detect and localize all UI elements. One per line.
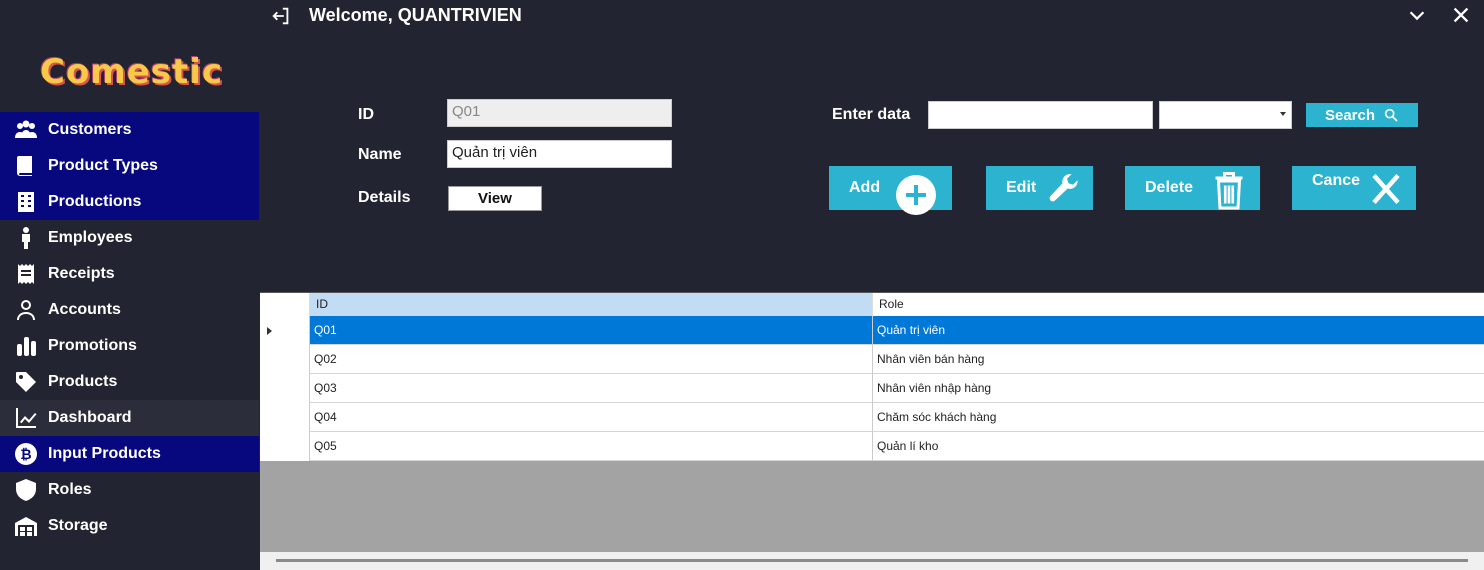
add-button-label: Add: [849, 179, 881, 196]
sidebar-item-label: Productions: [48, 193, 142, 210]
cell-id[interactable]: Q02: [310, 345, 873, 374]
search-filter-select[interactable]: [1159, 101, 1292, 129]
sidebar-item-employees[interactable]: Employees: [0, 220, 259, 256]
sidebar-item-roles[interactable]: Roles: [0, 472, 259, 508]
row-header[interactable]: [260, 403, 310, 432]
wrench-icon: [1049, 174, 1078, 202]
sidebar-nav: Customers Product Types Productions Empl…: [0, 112, 259, 544]
cell-id[interactable]: Q01: [310, 316, 873, 345]
search-button[interactable]: Search: [1306, 103, 1418, 127]
horizontal-scrollbar[interactable]: [260, 552, 1484, 570]
trash-icon: [1215, 172, 1243, 210]
sidebar-item-label: Dashboard: [48, 409, 132, 426]
sidebar-item-customers[interactable]: Customers: [0, 112, 259, 148]
sidebar-item-products[interactable]: Products: [0, 364, 259, 400]
cell-id[interactable]: Q03: [310, 374, 873, 403]
column-header-id[interactable]: ID: [310, 293, 873, 316]
cell-role[interactable]: Chăm sóc khách hàng: [873, 403, 1484, 432]
cell-role[interactable]: Quản lí kho: [873, 432, 1484, 461]
building-icon: [12, 188, 40, 216]
table-row[interactable]: Q02 Nhân viên bán hàng: [260, 345, 1484, 374]
table-row[interactable]: Q05 Quản lí kho: [260, 432, 1484, 461]
sidebar: Comestic Customers Product Types Product…: [0, 0, 259, 570]
roles-table: ID Role Q01 Quản trị viên Q02 Nhân viên …: [260, 292, 1484, 570]
sidebar-item-storage[interactable]: Storage: [0, 508, 259, 544]
search-button-label: Search: [1324, 106, 1376, 124]
enter-data-label: Enter data: [832, 106, 911, 123]
user-outline-icon: [12, 296, 40, 324]
dropdown-arrow-icon: [1280, 112, 1286, 116]
plus-circle-icon: [896, 175, 936, 215]
search-icon: [1384, 108, 1398, 122]
sidebar-item-label: Roles: [48, 481, 92, 498]
sidebar-item-label: Accounts: [48, 301, 121, 318]
svg-text:₿: ₿: [20, 447, 31, 463]
sidebar-item-product-types[interactable]: Product Types: [0, 148, 259, 184]
cell-role[interactable]: Quản trị viên: [873, 316, 1484, 345]
logout-icon[interactable]: [270, 5, 292, 27]
scrollbar-thumb[interactable]: [276, 559, 1468, 562]
sidebar-item-accounts[interactable]: Accounts: [0, 292, 259, 328]
cell-role[interactable]: Nhân viên nhập hàng: [873, 374, 1484, 403]
table-row[interactable]: Q01 Quản trị viên: [260, 316, 1484, 345]
sidebar-item-label: Promotions: [48, 337, 137, 354]
column-header-role[interactable]: Role: [873, 293, 1484, 316]
sidebar-item-label: Input Products: [48, 445, 161, 462]
users-icon: [12, 116, 40, 144]
edit-button[interactable]: Edit: [986, 166, 1093, 210]
edit-button-label: Edit: [1006, 179, 1037, 196]
book-icon: [12, 152, 40, 180]
receipt-icon: [12, 260, 40, 288]
table-row[interactable]: Q03 Nhân viên nhập hàng: [260, 374, 1484, 403]
sidebar-item-label: Product Types: [48, 157, 158, 174]
row-header-corner: [260, 293, 310, 316]
sidebar-item-label: Customers: [48, 121, 132, 138]
sidebar-item-promotions[interactable]: Promotions: [0, 328, 259, 364]
id-label: ID: [358, 106, 374, 123]
sidebar-item-receipts[interactable]: Receipts: [0, 256, 259, 292]
welcome-title: Welcome, QUANTRIVIEN: [309, 5, 522, 25]
person-icon: [12, 224, 40, 252]
view-button[interactable]: View: [448, 186, 542, 211]
id-field: Q01: [447, 99, 672, 127]
line-chart-icon: [12, 404, 40, 432]
sidebar-item-label: Products: [48, 373, 118, 390]
details-label: Details: [358, 189, 411, 206]
delete-button-label: Delete: [1145, 179, 1194, 196]
name-field[interactable]: Quản trị viên: [447, 140, 672, 168]
delete-button[interactable]: Delete: [1125, 166, 1260, 210]
table-row[interactable]: Q04 Chăm sóc khách hàng: [260, 403, 1484, 432]
cell-id[interactable]: Q05: [310, 432, 873, 461]
warehouse-icon: [12, 512, 40, 540]
chevron-down-icon[interactable]: [1406, 4, 1428, 26]
cancel-button[interactable]: Cance: [1292, 166, 1416, 210]
row-header[interactable]: [260, 374, 310, 403]
cancel-button-label: Cance: [1312, 172, 1361, 189]
cell-role[interactable]: Nhân viên bán hàng: [873, 345, 1484, 374]
app-logo: Comestic: [40, 52, 224, 92]
current-row-arrow-icon: [267, 327, 272, 335]
row-header[interactable]: [260, 316, 310, 345]
name-label: Name: [358, 146, 402, 163]
sidebar-item-dashboard[interactable]: Dashboard: [0, 400, 259, 436]
cell-id[interactable]: Q04: [310, 403, 873, 432]
sidebar-item-input-products[interactable]: ₿ Input Products: [0, 436, 259, 472]
tag-icon: [12, 368, 40, 396]
sidebar-item-label: Receipts: [48, 265, 115, 282]
search-input[interactable]: [928, 101, 1153, 129]
close-icon[interactable]: [1450, 4, 1472, 26]
bitcoin-icon: ₿: [12, 440, 40, 468]
sidebar-item-label: Employees: [48, 229, 133, 246]
sidebar-item-label: Storage: [48, 517, 108, 534]
row-header[interactable]: [260, 432, 310, 461]
table-header: ID Role: [260, 293, 1484, 316]
close-x-icon: [1372, 174, 1400, 204]
shield-icon: [12, 476, 40, 504]
sidebar-item-productions[interactable]: Productions: [0, 184, 259, 220]
add-button[interactable]: Add: [829, 166, 952, 215]
bar-chart-icon: [12, 332, 40, 360]
row-header[interactable]: [260, 345, 310, 374]
